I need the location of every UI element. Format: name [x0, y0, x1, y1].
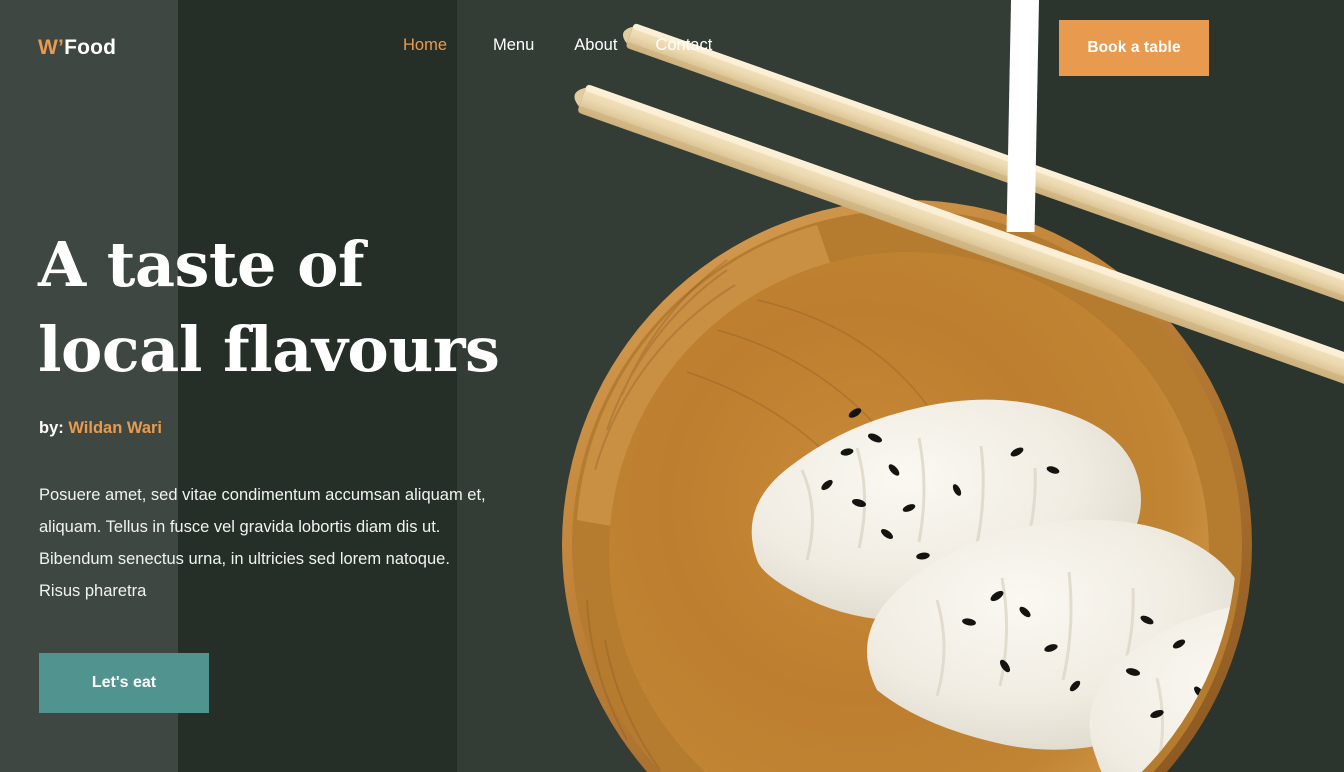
byline-author[interactable]: Wildan Wari [68, 419, 162, 437]
lets-eat-button[interactable]: Let's eat [39, 653, 209, 713]
hero-byline: by: Wildan Wari [39, 419, 162, 438]
logo-mark: W’ [38, 36, 65, 59]
byline-prefix: by: [39, 419, 64, 437]
hero-photo [457, 0, 1344, 772]
main-nav: Home Menu About Contact [403, 36, 747, 55]
hero-description: Posuere amet, sed vitae condimentum accu… [39, 486, 486, 600]
landing-page: W’Food Home Menu About Contact Book a ta… [0, 0, 1344, 772]
nav-item-home[interactable]: Home [403, 36, 493, 55]
site-logo[interactable]: W’Food [38, 36, 116, 60]
nav-item-about[interactable]: About [574, 36, 655, 55]
nav-item-menu[interactable]: Menu [493, 36, 574, 55]
book-a-table-button[interactable]: Book a table [1059, 20, 1209, 76]
hero-title: A taste of local flavours [38, 228, 500, 386]
logo-text: Food [64, 36, 117, 59]
site-header: W’Food Home Menu About Contact Book a ta… [0, 0, 1344, 96]
nav-item-contact[interactable]: Contact [655, 36, 747, 55]
